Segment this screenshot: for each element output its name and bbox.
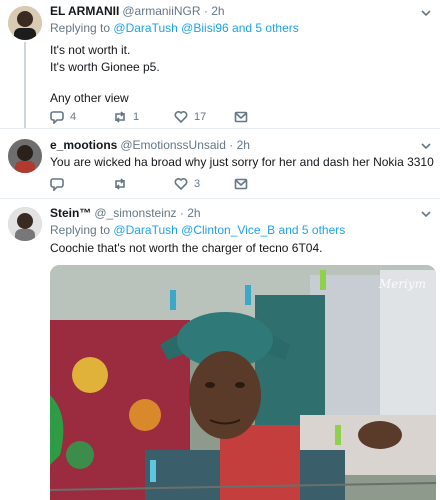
tweet-actions: 3 xyxy=(50,177,295,191)
reply-context: Replying to @DaraTush @Biisi96 and 5 oth… xyxy=(50,20,432,36)
display-name[interactable]: e_mootions xyxy=(50,138,117,152)
tweet-text: Coochie that's not worth the charger of … xyxy=(50,241,323,255)
reply-icon xyxy=(50,111,64,124)
reply-button[interactable] xyxy=(50,177,113,191)
like-count: 3 xyxy=(194,178,201,190)
heart-icon xyxy=(174,178,188,191)
tweet-actions: 4 1 17 xyxy=(50,110,295,124)
reply-icon xyxy=(50,178,64,191)
like-button[interactable]: 17 xyxy=(174,110,234,124)
tweet-2[interactable]: e_mootions @EmotionssUnsaid · 2h You are … xyxy=(0,129,440,198)
heart-icon xyxy=(174,111,188,124)
envelope-icon xyxy=(234,111,248,123)
display-name[interactable]: Stein™ xyxy=(50,206,91,220)
retweet-count: 1 xyxy=(133,111,140,123)
tweet-line: It's not worth it. xyxy=(50,43,131,57)
mention-link[interactable]: @Clinton_Vice_B xyxy=(181,223,275,237)
retweet-button[interactable] xyxy=(113,177,174,191)
reply-prefix: Replying to xyxy=(50,21,111,35)
handle-and-time: @armaniiNGR · 2h xyxy=(122,4,225,18)
reply-button[interactable]: 4 xyxy=(50,110,113,124)
tweet-header: EL ARMANII @armaniiNGR · 2h xyxy=(50,4,432,19)
tweet-header: e_mootions @EmotionssUnsaid · 2h xyxy=(50,138,432,153)
tweet-text: It's not worth it. It's worth Gionee p5.… xyxy=(50,42,432,107)
photo-watermark: Meriym xyxy=(378,277,426,291)
envelope-icon xyxy=(234,178,248,190)
dm-button[interactable] xyxy=(234,110,295,124)
avatar[interactable] xyxy=(8,139,42,173)
tweet-photo[interactable]: Meriym xyxy=(50,265,436,500)
mention-link[interactable]: @DaraTush xyxy=(113,21,177,35)
retweet-icon xyxy=(115,111,125,123)
reply-prefix: Replying to xyxy=(50,223,111,237)
display-name[interactable]: EL ARMANII xyxy=(50,4,119,18)
reply-others-link[interactable]: and 5 others xyxy=(279,223,346,237)
retweet-button[interactable]: 1 xyxy=(113,110,174,124)
dm-button[interactable] xyxy=(234,177,295,191)
like-button[interactable]: 3 xyxy=(174,177,234,191)
tweet-line: Any other view xyxy=(50,91,129,105)
mention-link[interactable]: @DaraTush xyxy=(113,223,177,237)
reply-count: 4 xyxy=(70,111,77,123)
reply-others-link[interactable]: and 5 others xyxy=(232,21,299,35)
mention-link[interactable]: @Biisi96 xyxy=(181,21,229,35)
reply-context: Replying to @DaraTush @Clinton_Vice_B an… xyxy=(50,222,432,238)
retweet-icon xyxy=(115,178,125,190)
thread-line xyxy=(24,42,26,128)
handle-and-time: @EmotionssUnsaid · 2h xyxy=(120,138,250,152)
handle-and-time: @_simonsteinz · 2h xyxy=(94,206,201,220)
tweet-1[interactable]: EL ARMANII @armaniiNGR · 2h Replying to @… xyxy=(0,0,440,128)
tweet-header: Stein™ @_simonsteinz · 2h xyxy=(50,206,432,221)
avatar[interactable] xyxy=(8,6,42,40)
tweet-text: You are wicked ha broad why just sorry f… xyxy=(50,155,434,169)
like-count: 17 xyxy=(194,111,207,123)
avatar[interactable] xyxy=(8,207,42,241)
tweet-line: It's worth Gionee p5. xyxy=(50,60,160,74)
